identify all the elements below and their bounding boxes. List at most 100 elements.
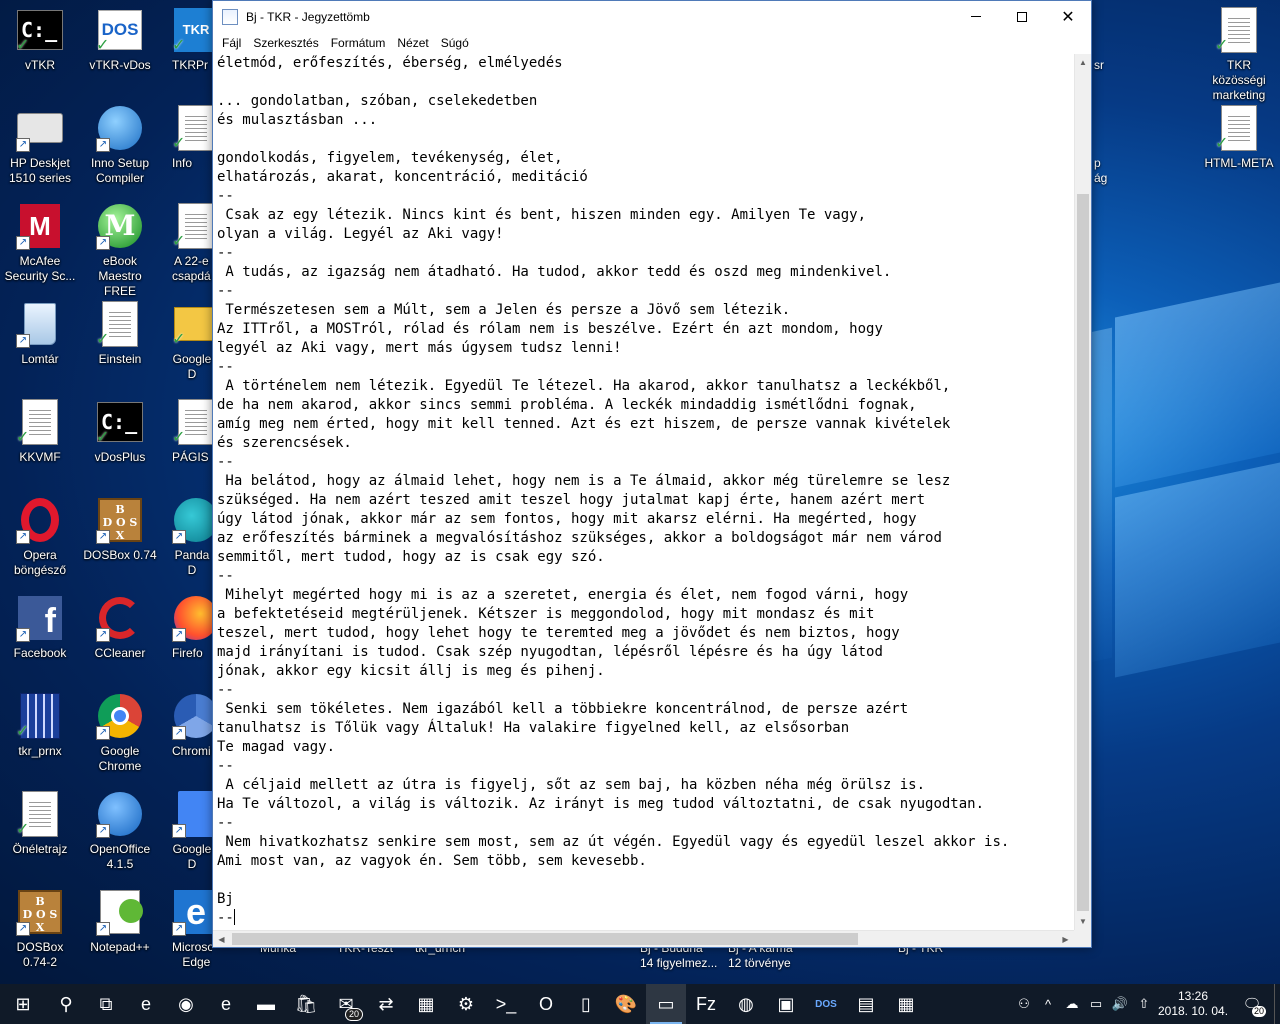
taskbar-mail[interactable]: ✉ 20 — [326, 984, 366, 1024]
taskbar-document[interactable]: ▯ — [566, 984, 606, 1024]
taskbar-apps: ⊞ ⚲ ⧉ e ◉ e ▬ 🛍 ✉ 20 ⇄ ▦ ⚙ >_ O ▯ 🎨 ▭ Fz ◍ ▣ DOS ▤ ▦ — [0, 984, 926, 1024]
desktop-icon[interactable]: C:_ ✓ vDosPlus — [81, 398, 159, 465]
taskbar-dos[interactable]: DOS — [806, 984, 846, 1024]
shortcut-arrow-icon: ↗ — [16, 138, 30, 152]
desktop-icon-label: Einstein — [98, 352, 142, 366]
close-button[interactable]: ✕ — [1045, 1, 1091, 32]
notepad-window[interactable]: Bj - TKR - Jegyzettömb ✕ Fájl Szerkeszté… — [212, 0, 1092, 948]
vertical-scroll-thumb[interactable] — [1077, 194, 1089, 911]
desktop-icon[interactable]: ↗ Google D — [172, 790, 212, 872]
desktop-icon[interactable]: TKR ✓ TKRPr — [172, 6, 212, 73]
upload-icon[interactable]: ⇧ — [1132, 984, 1156, 1024]
desktop-icon[interactable]: ✓ Google D — [172, 300, 212, 382]
minimize-button[interactable] — [953, 1, 999, 32]
desktop-icon[interactable]: ↗ Chromi — [172, 692, 212, 759]
desktop-icon[interactable]: ↗ OpenOffice 4.1.5 — [81, 790, 159, 872]
taskbar-dosbox[interactable]: ▣ — [766, 984, 806, 1024]
desktop-icon[interactable]: ✓ TKR közösségi marketing — [1200, 6, 1278, 103]
desktop-icon[interactable]: ↗ Lomtár — [1, 300, 79, 367]
desktop-icon[interactable]: e↗Microsoft Edge — [172, 888, 212, 970]
volume-icon[interactable]: 🔊 — [1108, 984, 1132, 1024]
maximize-button[interactable] — [999, 1, 1045, 32]
desktop-icon[interactable]: ✓ Einstein — [81, 300, 159, 367]
scroll-right-arrow-icon[interactable]: ▶ — [1057, 931, 1074, 948]
desktop-icon[interactable]: ↗ Firefo — [172, 594, 212, 661]
desktop-icon[interactable]: ✓ PÁGIS — [172, 398, 212, 465]
desktop-icon-label: OpenOffice 4.1.5 — [89, 842, 151, 871]
desktop-icon[interactable]: ✓ A 22-e csapdá — [172, 202, 212, 284]
menu-edit[interactable]: Szerkesztés — [247, 36, 324, 50]
taskbar-firefox[interactable]: ◍ — [726, 984, 766, 1024]
desktop-icon[interactable]: ✓ Info — [172, 104, 212, 171]
desktop-icon[interactable]: ✓ tkr_prnx — [1, 692, 79, 759]
taskbar-explorer[interactable]: ▬ — [246, 984, 286, 1024]
desktop-icon[interactable]: M ↗ McAfee Security Sc... — [1, 202, 79, 284]
taskbar-calculator[interactable]: ▦ — [886, 984, 926, 1024]
start-button[interactable]: ⊞ — [0, 984, 46, 1024]
search-button[interactable]: ⚲ — [46, 984, 86, 1024]
action-center-button[interactable]: 🗨 20 — [1230, 984, 1274, 1024]
desktop-icon[interactable]: C:_ ✓ vTKR — [1, 6, 79, 73]
taskbar-store[interactable]: 🛍 — [286, 984, 326, 1024]
menu-help[interactable]: Súgó — [435, 36, 475, 50]
horizontal-scroll-thumb[interactable] — [232, 933, 858, 945]
scroll-up-arrow-icon[interactable]: ▲ — [1075, 54, 1091, 71]
taskbar-notepad[interactable]: ▭ — [646, 984, 686, 1024]
desktop-icon[interactable]: f ↗ Facebook — [1, 594, 79, 661]
desktop-icon[interactable]: BD O S X ↗ DOSBox 0.74 — [81, 496, 159, 563]
desktop-icon[interactable]: ↗ Inno Setup Compiler — [81, 104, 159, 186]
notepad-app-icon[interactable] — [222, 8, 238, 25]
desktop-icon[interactable]: ↗ Panda D — [172, 496, 212, 578]
desktop-icon[interactable]: ↗ CCleaner — [81, 594, 159, 661]
desktop-icon[interactable]: M ↗ eBook Maestro FREE — [81, 202, 159, 299]
desktop-icon[interactable]: DOS ✓ vTKR-vDos — [81, 6, 159, 73]
taskbar-ie[interactable]: e — [206, 984, 246, 1024]
desktop-icon[interactable]: ↗ HP Deskjet 1510 series — [1, 104, 79, 186]
scroll-left-arrow-icon[interactable]: ◀ — [213, 931, 230, 948]
shortcut-arrow-icon: ↗ — [16, 530, 30, 544]
taskbar-window[interactable]: ▤ — [846, 984, 886, 1024]
text-editor[interactable]: életmód, erőfeszítés, éberség, elmélyedé… — [213, 54, 1074, 930]
sync-check-icon: ✓ — [1215, 135, 1229, 152]
horizontal-scrollbar[interactable]: ◀ ▶ — [213, 930, 1074, 947]
taskbar-teamviewer[interactable]: ⇄ — [366, 984, 406, 1024]
menu-format[interactable]: Formátum — [325, 36, 392, 50]
menu-file[interactable]: Fájl — [216, 36, 247, 50]
show-desktop-button[interactable] — [1274, 984, 1280, 1024]
taskbar-settings[interactable]: ⚙ — [446, 984, 486, 1024]
taskbar-paint[interactable]: 🎨 — [606, 984, 646, 1024]
settings-icon: ⚙ — [457, 993, 475, 1014]
people-icon[interactable]: ⚇ — [1012, 984, 1036, 1024]
scroll-down-arrow-icon[interactable]: ▼ — [1075, 913, 1091, 930]
taskbar-chrome[interactable]: ◉ — [166, 984, 206, 1024]
desktop-icon[interactable]: ↗ Google Chrome — [81, 692, 159, 774]
taskbar-edge[interactable]: e — [126, 984, 166, 1024]
desktop-icon[interactable]: ↗ Opera böngésző — [1, 496, 79, 578]
vertical-scrollbar[interactable]: ▲ ▼ — [1074, 54, 1091, 930]
sync-check-icon: ✓ — [172, 233, 186, 250]
shortcut-arrow-icon: ↗ — [172, 922, 186, 936]
explorer-icon: ▬ — [257, 993, 275, 1014]
desktop-icon[interactable]: ✓ Önéletrajz — [1, 790, 79, 857]
taskbar-network[interactable]: ▦ — [406, 984, 446, 1024]
desktop-icon[interactable]: ✓ KKVMF — [1, 398, 79, 465]
menu-view[interactable]: Nézet — [391, 36, 434, 50]
clock[interactable]: 13:26 2018. 10. 04. — [1156, 989, 1230, 1019]
show-hidden-icons-icon[interactable]: ^ — [1036, 984, 1060, 1024]
editor-text[interactable]: életmód, erőfeszítés, éberség, elmélyedé… — [217, 54, 1070, 928]
onedrive-icon[interactable]: ☁ — [1060, 984, 1084, 1024]
taskbar-console[interactable]: >_ — [486, 984, 526, 1024]
network-icon[interactable]: ▭ — [1084, 984, 1108, 1024]
shortcut-arrow-icon: ↗ — [172, 726, 186, 740]
partial-desktop-label[interactable]: sr — [1094, 58, 1104, 73]
task-view-button[interactable]: ⧉ — [86, 984, 126, 1024]
title-bar[interactable]: Bj - TKR - Jegyzettömb ✕ — [213, 1, 1091, 32]
desktop-icon[interactable]: ↗ Notepad++ — [81, 888, 159, 955]
shortcut-arrow-icon: ↗ — [16, 628, 30, 642]
resize-grip[interactable] — [1074, 930, 1091, 947]
partial-desktop-label[interactable]: p ág — [1094, 156, 1107, 186]
desktop-icon[interactable]: BD O S X ↗ DOSBox 0.74-2 — [1, 888, 79, 970]
taskbar-filezilla[interactable]: Fz — [686, 984, 726, 1024]
taskbar-opera[interactable]: O — [526, 984, 566, 1024]
desktop-icon[interactable]: ✓ HTML-META — [1200, 104, 1278, 171]
